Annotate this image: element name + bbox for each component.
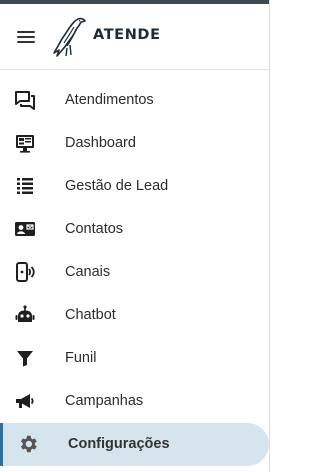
sidebar-header: ATENDE (0, 4, 269, 70)
sidebar-item-label: Gestão de Lead (65, 177, 169, 194)
sidebar-item-label: Dashboard (65, 134, 136, 151)
gear-icon (17, 433, 39, 455)
monitor-dashboard-icon (14, 132, 36, 154)
sidebar-item-label: Canais (65, 263, 111, 280)
sidebar-item-label: Campanhas (65, 393, 144, 410)
sidebar-item-label: Contatos (65, 220, 124, 237)
chat-bubbles-icon (14, 89, 36, 111)
logo-text: ATENDE (93, 27, 161, 43)
sidebar-item-label: Chatbot (65, 307, 116, 324)
sidebar-item-configuracoes[interactable]: Configurações (0, 422, 269, 466)
sidebar-item-canais[interactable]: Canais (0, 250, 269, 293)
sidebar-item-atendimentos[interactable]: Atendimentos (0, 78, 269, 121)
megaphone-icon (14, 390, 36, 412)
sidebar-item-funil[interactable]: Funil (0, 337, 269, 380)
sidebar-item-chatbot[interactable]: Chatbot (0, 293, 269, 336)
sidebar-menu: Atendimentos Dashboard Gestão de Lead Co… (0, 78, 269, 466)
contact-card-icon (14, 218, 36, 240)
sidebar-item-campanhas[interactable]: Campanhas (0, 380, 269, 423)
sidebar-item-label: Funil (65, 350, 97, 367)
sidebar-item-contatos[interactable]: Contatos (0, 207, 269, 250)
funnel-icon (14, 347, 36, 369)
list-icon (14, 175, 36, 197)
sidebar-border (269, 0, 270, 472)
sidebar-item-label: Atendimentos (65, 91, 154, 108)
robot-icon (14, 304, 36, 326)
sidebar-item-dashboard[interactable]: Dashboard (0, 121, 269, 164)
hamburger-icon[interactable] (17, 31, 35, 43)
sidebar-item-gestao-de-lead[interactable]: Gestão de Lead (0, 164, 269, 207)
phone-signal-icon (14, 261, 36, 283)
eagle-logo-icon[interactable] (50, 15, 88, 59)
sidebar-item-label: Configurações (68, 436, 170, 453)
